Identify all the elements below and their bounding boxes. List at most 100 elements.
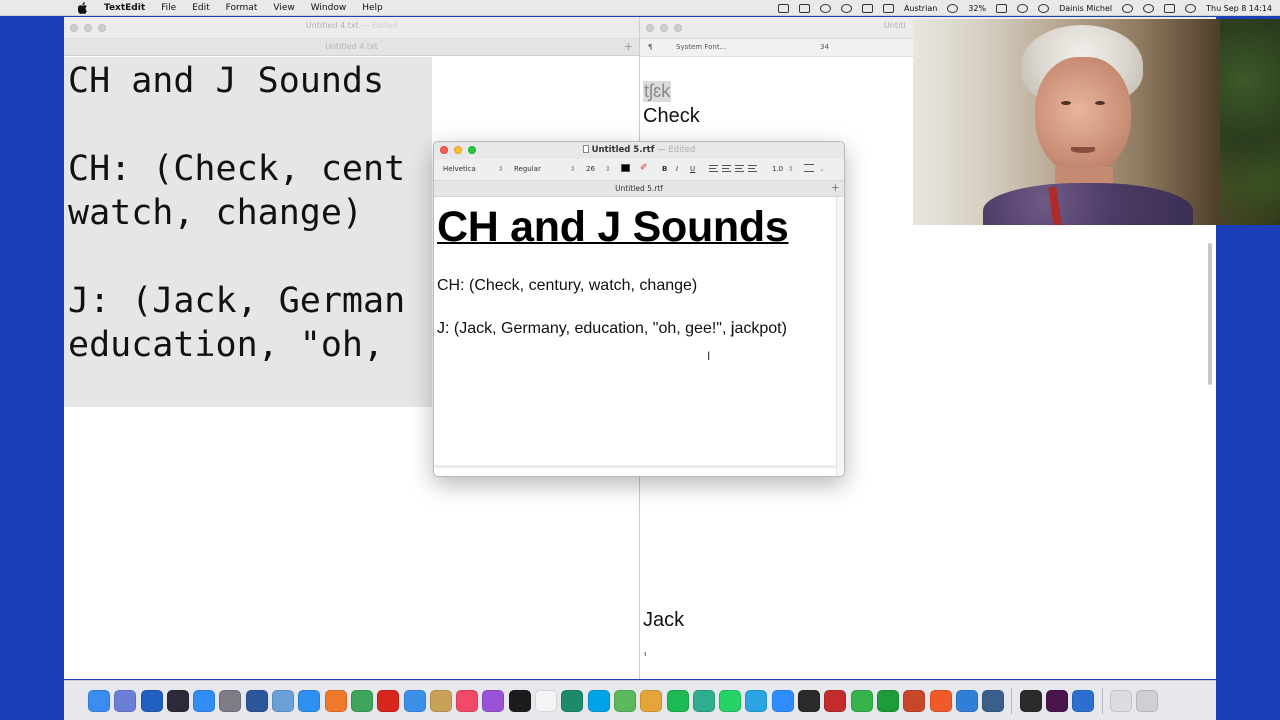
align-right-icon[interactable] (735, 165, 744, 172)
align-left-icon[interactable] (709, 165, 718, 172)
word-icon[interactable] (245, 689, 268, 712)
screen-mirroring-icon[interactable] (777, 3, 789, 13)
powerpoint-icon[interactable] (903, 689, 926, 712)
align-justify-icon[interactable] (748, 165, 757, 172)
font-size-select[interactable]: 34 (820, 43, 829, 51)
align-center-icon[interactable] (722, 165, 731, 172)
word-jack[interactable]: Jack (643, 609, 684, 632)
siri-icon[interactable] (1185, 3, 1197, 13)
chevron-down-icon[interactable]: ⌄ (819, 165, 825, 173)
font-style-select[interactable]: Regular (514, 165, 541, 173)
photos-icon[interactable] (640, 689, 663, 712)
quicktime-icon[interactable] (1072, 689, 1095, 712)
underline-button[interactable]: U (690, 165, 695, 173)
control-center-icon[interactable] (1164, 3, 1176, 13)
close-button[interactable] (646, 24, 654, 32)
zoom-button[interactable] (674, 24, 682, 32)
menu-app-name[interactable]: TextEdit (104, 3, 145, 13)
menu-file[interactable]: File (161, 3, 176, 13)
italic-button[interactable]: I (676, 165, 678, 173)
battery-percent[interactable]: 32% (968, 4, 986, 13)
simulator-icon[interactable] (166, 689, 189, 712)
spotlight-icon[interactable] (1143, 3, 1155, 13)
left-document-text[interactable]: CH and J Sounds CH: (Check, cent watch, c… (68, 59, 405, 367)
left-window-titlebar[interactable]: Untitled 4.txt — Edited (64, 17, 639, 39)
system-preferences-icon[interactable] (219, 689, 242, 712)
screenshot-icon[interactable] (798, 3, 810, 13)
maps-icon[interactable] (613, 689, 636, 712)
finder-icon[interactable] (88, 689, 110, 712)
list-style-icon[interactable] (804, 164, 814, 172)
preview-icon[interactable] (272, 689, 295, 712)
center-window-titlebar[interactable]: Untitled 5.rtf — Edited (434, 142, 844, 159)
chrome-icon[interactable] (350, 689, 373, 712)
facetime-icon[interactable] (850, 689, 873, 712)
new-tab-icon[interactable]: + (624, 40, 633, 53)
font-family-select[interactable]: Helvetica (443, 165, 476, 173)
horizontal-scroll-track[interactable] (434, 465, 836, 468)
user-icon[interactable] (1038, 3, 1050, 13)
minimize-button[interactable] (660, 24, 668, 32)
calendar-icon[interactable] (535, 689, 558, 712)
menu-help[interactable]: Help (362, 3, 383, 13)
numbers-icon[interactable] (876, 689, 899, 712)
apple-menu-icon[interactable] (76, 1, 90, 14)
menu-format[interactable]: Format (226, 3, 258, 13)
new-tab-icon[interactable]: + (831, 181, 840, 194)
menu-window[interactable]: Window (311, 3, 347, 13)
terminal-icon[interactable] (1019, 689, 1042, 712)
apple-tv-icon[interactable] (508, 689, 531, 712)
clock[interactable]: Thu Sep 8 14:14 (1206, 4, 1272, 13)
vertical-scroll-track[interactable] (836, 197, 844, 476)
keyboard-layout[interactable]: Austrian (904, 4, 937, 13)
battery-icon[interactable] (996, 3, 1008, 13)
slack-icon[interactable] (1045, 689, 1068, 712)
tab-untitled-4[interactable]: Untitled 4.txt (64, 42, 639, 51)
bold-button[interactable]: B (662, 165, 667, 173)
launchpad-icon[interactable] (114, 689, 137, 712)
line-spacing-select[interactable]: 1.0 (772, 165, 783, 173)
volume-icon[interactable] (861, 3, 873, 13)
notes-icon[interactable] (429, 689, 452, 712)
brave-icon[interactable] (929, 689, 952, 712)
feather-icon[interactable] (692, 689, 715, 712)
time-machine-icon[interactable] (561, 689, 584, 712)
app-store-icon[interactable] (193, 689, 216, 712)
play-icon[interactable] (840, 3, 852, 13)
chevron-updown-icon[interactable]: ⇕ (498, 165, 504, 173)
spotify-icon[interactable] (666, 689, 689, 712)
safari-icon[interactable] (298, 689, 321, 712)
keyboard-flag-icon[interactable] (882, 3, 894, 13)
music-icon[interactable] (456, 689, 479, 712)
whatsapp-icon[interactable] (719, 689, 742, 712)
vertical-scrollbar[interactable] (1208, 243, 1212, 385)
menu-edit[interactable]: Edit (192, 3, 209, 13)
tab-untitled-5[interactable]: Untitled 5.rtf (434, 184, 844, 193)
font-size-select[interactable]: 26 (586, 165, 595, 173)
text-color-swatch[interactable] (621, 164, 630, 172)
font-family-select[interactable]: System Font... (676, 43, 726, 51)
ipa-transcription[interactable]: tʃɛk (643, 81, 672, 102)
skype-icon[interactable] (587, 689, 610, 712)
zoom-icon[interactable] (771, 689, 794, 712)
chevron-updown-icon[interactable]: ⇕ (788, 165, 794, 173)
photo-booth-icon[interactable] (824, 689, 847, 712)
firefox-icon[interactable] (324, 689, 347, 712)
highlight-color-icon[interactable]: ✐ (640, 163, 648, 173)
podcasts-icon[interactable] (482, 689, 505, 712)
telegram-icon[interactable] (745, 689, 768, 712)
document-body[interactable]: CH and J Sounds CH: (Check, century, wat… (437, 199, 834, 466)
word-check[interactable]: Check (643, 105, 700, 128)
document-proxy-icon[interactable] (582, 145, 589, 153)
wifi-icon[interactable] (1017, 3, 1029, 13)
user-name[interactable]: Dainis Michel (1059, 4, 1112, 13)
acrobat-icon[interactable] (377, 689, 400, 712)
downloads-icon[interactable] (1109, 689, 1132, 712)
menu-view[interactable]: View (273, 3, 294, 13)
paragraph-style-button[interactable]: ¶ (648, 43, 652, 51)
xcode-icon[interactable] (140, 689, 163, 712)
chevron-updown-icon[interactable]: ⇕ (605, 165, 611, 173)
time-machine-status-icon[interactable] (1122, 3, 1134, 13)
bluetooth-icon[interactable] (947, 3, 959, 13)
xcode-instruments-icon[interactable] (955, 689, 978, 712)
